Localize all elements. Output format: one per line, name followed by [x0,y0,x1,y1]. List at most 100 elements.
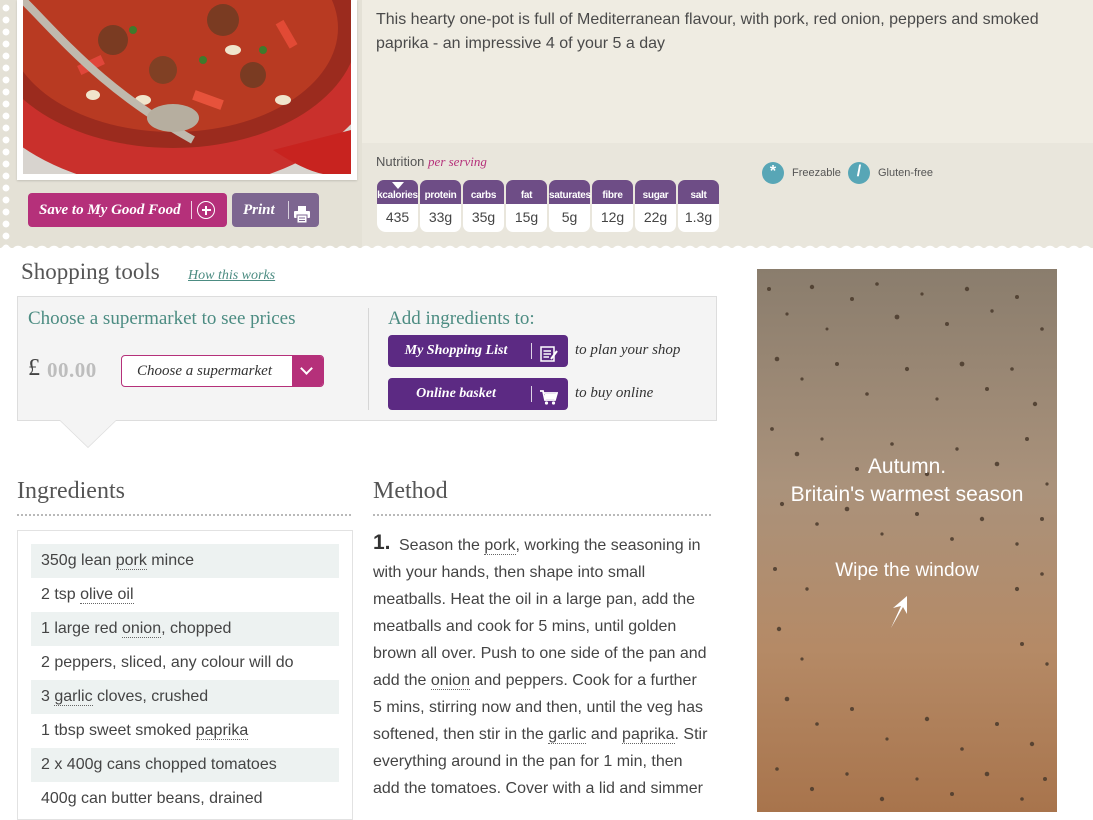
scalloped-edge [0,238,1093,252]
nutrition-tab: protein [420,180,461,204]
my-shopping-list-button[interactable]: My Shopping List [388,335,568,367]
ingredient-link[interactable]: garlic [54,688,93,706]
online-basket-label: Online basket [416,386,496,401]
nutrition-tab: fat [506,180,547,204]
online-basket-button[interactable]: Online basket [388,378,568,410]
nutrition-value: 1.3g [678,204,719,232]
save-button-label: Save to My Good Food [39,202,181,218]
method-line: meatballs and cook for 5 mins, until gol… [373,618,677,635]
printer-icon [294,202,310,236]
nutrition-value: 15g [506,204,547,232]
nutrition-value: 12g [592,204,633,232]
nutrition-saturates: saturates 5g [549,180,591,232]
method-line: Season the pork, working the seasoning i… [399,537,701,555]
shopping-tools-title: Shopping tools [21,259,160,284]
currency-symbol: £ [28,355,40,381]
nutrition-carbs: carbs 35g [463,180,504,232]
add-ingredients-label: Add ingredients to: [388,308,535,329]
method-line: everything around in the pan for 1 min, … [373,753,683,770]
ingredient-link[interactable]: onion [121,620,162,638]
ingredient-link[interactable]: pork [484,537,516,555]
save-to-my-good-food-button[interactable]: Save to My Good Food [28,193,227,227]
ingredient-link[interactable]: garlic [548,726,587,744]
wheat-icon [848,161,870,185]
choose-supermarket-label: Choose a supermarket to see prices [28,308,296,329]
recipe-header-band: This hearty one-pot is full of Mediterra… [0,0,1093,248]
nutrition-value: 33g [420,204,461,232]
plan-shop-note: to plan your shop [575,342,681,358]
ad-headline-2: Britain's warmest season [790,483,1024,506]
panel-divider [368,308,369,410]
shopping-list-label: My Shopping List [404,343,508,358]
panel-pointer-fill [60,420,116,447]
ingredient-link[interactable]: olive oil [80,586,134,604]
nutrition-value: 435 [377,204,418,232]
plus-circle-icon [197,201,215,219]
nutrition-protein: protein 33g [420,180,461,232]
step-number: 1. [373,531,391,554]
print-button-label: Print [243,202,275,218]
nutrition-tab: kcalories [377,180,418,204]
shopping-list-icon [540,343,558,375]
method-line: softened, then stir in the garlic and pa… [373,726,708,744]
nutrition-tab: saturates [549,180,591,204]
nutrition-salt: salt 1.3g [678,180,719,232]
nutrition-tab: carbs [463,180,504,204]
chevron-down-icon [292,356,323,386]
ingredient-item: 1 tbsp sweet smoked paprika [41,722,249,740]
snowflake-icon [762,161,784,185]
method-line: add the onion and peppers. Cook for a fu… [373,672,697,690]
nutrition-heading: Nutrition per serving [376,154,487,169]
ingredient-item: 2 tsp olive oil [41,586,134,604]
nutrition-value: 22g [635,204,676,232]
freezable-tag: Freezable [762,161,841,185]
price-total: 00.00 [47,358,97,382]
ad-headline-1: Autumn. [867,455,947,478]
ingredient-link[interactable]: paprika [195,722,249,740]
nutrition-sugar: sugar 22g [635,180,676,232]
chevron-down-icon [392,182,404,189]
rain-droplets [767,282,1049,802]
supermarket-select-value: Choose a supermarket [137,363,272,379]
nutrition-value: 5g [549,204,590,232]
ingredients-title: Ingredients [17,478,125,504]
advertisement[interactable]: Autumn. Britain's warmest season Wipe th… [757,269,1057,812]
cursor-arrow-icon [891,596,907,628]
per-serving-label: per serving [428,154,487,169]
ingredient-item: 350g lean pork mince [31,544,339,578]
how-this-works-link[interactable]: How this works [188,268,275,284]
shopping-cart-icon [540,386,559,418]
ingredient-item: 3 garlic cloves, crushed [31,680,339,714]
ingredient-item: 2 peppers, sliced, any colour will do [41,654,294,671]
nutrition-tab: fibre [592,180,633,204]
nutrition-tab: salt [678,180,719,204]
nutrition-tab: sugar [635,180,676,204]
recipe-description: This hearty one-pot is full of Mediterra… [376,11,1039,52]
nutrition-kcalories: kcalories 435 [377,180,418,232]
method-title: Method [373,478,448,504]
gluten-free-tag: Gluten-free [848,161,933,185]
supermarket-select[interactable]: Choose a supermarket [121,355,324,387]
method-line: meatballs. Heat the oil in a large pan, … [373,591,695,608]
button-divider [531,386,532,402]
recipe-photo-frame [17,0,357,180]
ingredient-item: 1 large red onion, chopped [31,612,339,646]
ad-cta-text: Wipe the window [835,560,979,581]
button-divider [191,201,192,219]
method-line: with your hands, then shape into small [373,564,646,581]
nutrition-value: 35g [463,204,504,232]
dotted-divider [17,514,351,516]
nutrition-fat: fat 15g [506,180,547,232]
ingredient-link[interactable]: paprika [622,726,675,744]
ingredient-link[interactable]: onion [430,672,470,690]
ingredient-item: 2 x 400g cans chopped tomatoes [31,748,339,782]
decorative-border [0,0,12,248]
nutrition-fibre: fibre 12g [592,180,633,232]
ingredient-link[interactable]: pork [115,552,147,570]
button-divider [288,201,289,219]
method-line: brown all over. Push to one side of the … [373,645,707,662]
button-divider [531,343,532,359]
recipe-photo [23,0,351,174]
print-button[interactable]: Print [232,193,319,227]
buy-online-note: to buy online [575,385,654,401]
